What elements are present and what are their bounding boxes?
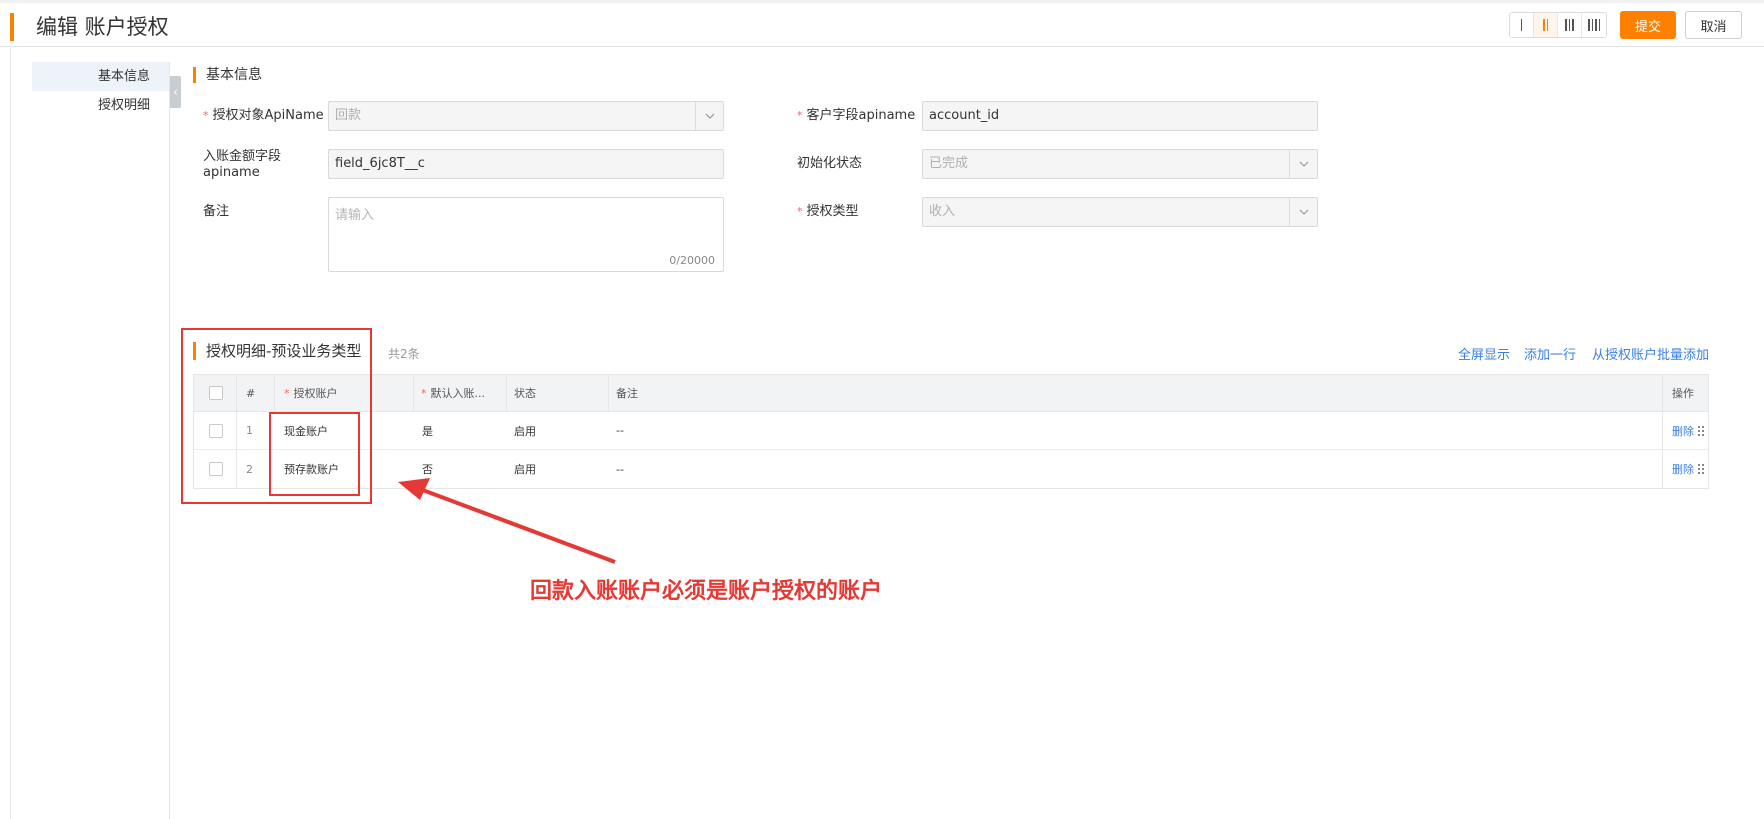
- chevron-down-icon: [1289, 150, 1317, 178]
- chevron-left-icon: ‹: [173, 85, 178, 99]
- row-remark[interactable]: --: [616, 412, 624, 449]
- table-header-row: # * 授权账户 * 默认入账... 状态 备注 操作: [194, 375, 1708, 412]
- submit-button[interactable]: 提交: [1620, 11, 1676, 39]
- layout-3-column-button[interactable]: [1558, 13, 1582, 37]
- sidebar-item-basic-info[interactable]: 基本信息: [32, 62, 170, 91]
- delete-row-link[interactable]: 删除: [1672, 461, 1694, 477]
- drag-handle-icon[interactable]: [1698, 425, 1704, 436]
- three-column-icon: [1565, 19, 1574, 31]
- init-status-select[interactable]: 已完成: [922, 149, 1318, 179]
- page-title: 编辑 账户授权: [36, 15, 169, 39]
- row-ops: 删除: [1672, 412, 1704, 449]
- column-divider: [413, 375, 414, 411]
- basic-info-section-title: 基本信息: [193, 67, 262, 83]
- auth-object-select[interactable]: 回款: [328, 101, 724, 131]
- customer-field-label-text: 客户字段apiname: [806, 108, 916, 123]
- annotation-arrow-icon: [398, 478, 616, 564]
- column-divider: [1662, 375, 1663, 411]
- annotation-highlight-box-accounts: [269, 412, 360, 496]
- auth-object-value: 回款: [335, 108, 362, 123]
- title-accent-bar: [10, 13, 14, 41]
- required-mark: *: [797, 109, 803, 122]
- auth-type-label: * 授权类型: [797, 204, 859, 220]
- add-row-link[interactable]: 添加一行: [1524, 344, 1576, 363]
- cancel-button[interactable]: 取消: [1685, 11, 1742, 39]
- page-header: 编辑 账户授权: [0, 3, 1764, 47]
- header-status: 状态: [514, 387, 536, 400]
- remark-label: 备注: [203, 204, 230, 219]
- chevron-down-icon: [1289, 198, 1317, 226]
- column-divider: [506, 375, 507, 411]
- required-mark: *: [203, 109, 209, 122]
- amount-field-label-line2: apiname: [203, 165, 260, 180]
- drag-handle-icon[interactable]: [1698, 464, 1704, 474]
- batch-add-link[interactable]: 从授权账户批量添加: [1592, 344, 1709, 363]
- amount-field-value: field_6jc8T__c: [335, 156, 425, 171]
- chevron-down-icon: [695, 102, 723, 130]
- remark-char-counter: 0/20000: [669, 254, 715, 267]
- init-status-value: 已完成: [929, 156, 969, 171]
- header-default: * 默认入账...: [421, 375, 485, 411]
- layout-4-column-button[interactable]: [1582, 13, 1606, 37]
- layout-1-column-button[interactable]: [1510, 13, 1534, 37]
- sidebar-item-auth-detail[interactable]: 授权明细: [32, 91, 170, 120]
- delete-row-link[interactable]: 删除: [1672, 423, 1694, 439]
- layout-2-column-button[interactable]: [1534, 13, 1558, 37]
- customer-field-value: account_id: [929, 108, 1000, 123]
- amount-field-label: 入账金额字段 apiname: [203, 149, 281, 181]
- sidebar-collapse-toggle[interactable]: ‹: [170, 76, 181, 108]
- auth-object-label-text: 授权对象ApiName: [212, 108, 324, 123]
- auth-type-value: 收入: [929, 204, 956, 219]
- auth-type-label-text: 授权类型: [806, 204, 859, 219]
- header-default-text: 默认入账...: [430, 387, 486, 400]
- row-ops: 删除: [1672, 450, 1704, 488]
- auth-object-label: * 授权对象ApiName: [203, 108, 324, 124]
- column-divider: [1662, 412, 1663, 449]
- row-status[interactable]: 启用: [514, 412, 536, 449]
- two-column-icon: [1543, 19, 1548, 31]
- fullscreen-link[interactable]: 全屏显示: [1458, 344, 1510, 363]
- row-default[interactable]: 是: [422, 412, 433, 449]
- annotation-text: 回款入账账户必须是账户授权的账户: [530, 579, 883, 604]
- remark-textarea[interactable]: 请输入 0/20000: [328, 197, 724, 272]
- init-status-label: 初始化状态: [797, 156, 863, 171]
- side-nav: 基本信息 授权明细: [32, 62, 170, 120]
- required-mark: *: [797, 205, 803, 218]
- required-mark: *: [421, 386, 427, 400]
- header-remark: 备注: [616, 387, 638, 400]
- layout-column-switcher: [1509, 12, 1607, 38]
- left-border: [10, 47, 11, 819]
- customer-field-input[interactable]: account_id: [922, 101, 1318, 131]
- auth-type-select[interactable]: 收入: [922, 197, 1318, 227]
- table-row: 1 现金账户 是 启用 -- 删除: [194, 412, 1708, 450]
- one-column-icon: [1520, 19, 1523, 31]
- sidebar-divider: [169, 62, 170, 819]
- detail-row-count: 共2条: [388, 347, 420, 361]
- column-divider: [608, 375, 609, 411]
- header-ops: 操作: [1672, 387, 1694, 400]
- column-divider: [1662, 450, 1663, 488]
- amount-field-input[interactable]: field_6jc8T__c: [328, 149, 724, 179]
- amount-field-label-line1: 入账金额字段: [203, 149, 282, 164]
- four-column-icon: [1588, 19, 1600, 31]
- remark-placeholder: 请输入: [335, 208, 375, 223]
- customer-field-label: * 客户字段apiname: [797, 108, 915, 124]
